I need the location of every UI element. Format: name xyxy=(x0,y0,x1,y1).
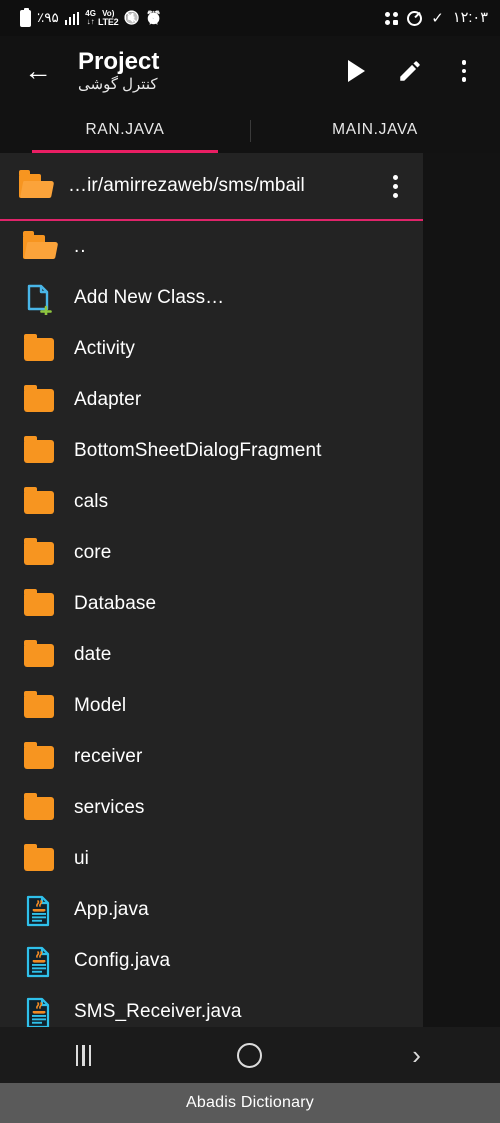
tab-main-java[interactable]: MAIN.JAVA xyxy=(250,106,500,153)
java-file-icon xyxy=(22,997,56,1028)
play-icon xyxy=(347,60,365,82)
file-list-item[interactable]: Add New Class… xyxy=(0,272,423,323)
file-list-item[interactable]: services xyxy=(0,782,423,833)
folder-open-icon xyxy=(18,170,55,201)
folder-icon xyxy=(22,486,56,517)
file-list-item-label: SMS_Receiver.java xyxy=(74,1000,242,1022)
title-block: Project کنترل گوشی xyxy=(78,49,159,93)
app-bar-actions xyxy=(340,55,484,87)
current-path-row[interactable]: …ir/amirrezaweb/sms/mbail xyxy=(0,153,423,219)
folder-icon xyxy=(22,435,56,466)
back-button[interactable]: › xyxy=(381,1027,453,1083)
page-subtitle: کنترل گوشی xyxy=(78,76,158,94)
file-list-item[interactable]: core xyxy=(0,527,423,578)
file-list-item-label: .. xyxy=(74,235,87,257)
home-icon xyxy=(237,1042,263,1068)
file-list-item-label: ui xyxy=(74,847,89,869)
file-list-item-label: core xyxy=(74,541,112,563)
overflow-menu-button[interactable] xyxy=(448,55,480,87)
folder-icon xyxy=(22,792,56,823)
file-list-item-label: Activity xyxy=(74,337,135,359)
page-title: Project xyxy=(78,47,160,75)
file-list-item[interactable]: .. xyxy=(0,221,423,272)
data-arrows-icon: ↓↑ xyxy=(86,17,95,26)
file-list-item[interactable]: cals xyxy=(0,476,423,527)
sim-network-label: LTE2 xyxy=(97,16,119,27)
status-bar-right: ✓ ۱۲:۰۳ xyxy=(385,10,488,26)
file-list-item-label: cals xyxy=(74,490,109,512)
file-list-item-label: Model xyxy=(74,694,127,716)
overflow-menu-icon xyxy=(392,174,398,198)
recents-button[interactable] xyxy=(47,1027,119,1083)
file-list-item[interactable]: ui xyxy=(0,833,423,884)
folder-icon xyxy=(22,843,56,874)
file-list-item-label: date xyxy=(74,643,112,665)
file-list-item[interactable]: App.java xyxy=(0,884,423,935)
file-list-item[interactable]: Activity xyxy=(0,323,423,374)
file-list-item[interactable]: date xyxy=(0,629,423,680)
network-type-icon: 4G ↓↑ Vo) LTE2 xyxy=(85,9,119,27)
app-bar: ← Project کنترل گوشی xyxy=(0,36,500,106)
file-list-item[interactable]: BottomSheetDialogFragment xyxy=(0,425,423,476)
pencil-icon xyxy=(400,61,420,81)
battery-percent-label: ٪۹۵ xyxy=(37,10,59,25)
back-arrow-icon[interactable]: ← xyxy=(16,49,60,93)
dictionary-label: Abadis Dictionary xyxy=(186,1094,314,1111)
folder-icon xyxy=(22,741,56,772)
edit-button[interactable] xyxy=(394,55,426,87)
folder-open-icon xyxy=(22,230,59,262)
file-list-item-label: Adapter xyxy=(74,388,142,410)
back-chevron-icon: › xyxy=(412,1040,421,1070)
new-class-icon xyxy=(22,283,56,315)
folder-icon xyxy=(22,384,56,415)
folder-icon xyxy=(22,333,56,364)
recents-icon xyxy=(75,1044,92,1066)
check-icon: ✓ xyxy=(431,9,444,27)
java-file-icon xyxy=(22,895,56,926)
java-file-icon xyxy=(22,946,56,977)
folder-icon xyxy=(22,537,56,568)
quad-dots-icon xyxy=(385,11,399,25)
folder-icon xyxy=(22,588,56,619)
file-list-item-label: Config.java xyxy=(74,949,171,971)
status-bar-left: ٪۹۵ 4G ↓↑ Vo) LTE2 ⏰ xyxy=(20,7,162,27)
file-list-item[interactable]: Database xyxy=(0,578,423,629)
clock-label: ۱۲:۰۳ xyxy=(452,10,488,26)
sync-ring-icon xyxy=(407,10,423,26)
battery-icon xyxy=(20,7,31,27)
status-bar: ٪۹۵ 4G ↓↑ Vo) LTE2 ⏰ ✓ ۱۲:۰۳ xyxy=(0,0,500,36)
file-list-item[interactable]: Adapter xyxy=(0,374,423,425)
file-list-item-label: App.java xyxy=(74,898,149,920)
file-list-item-label: Add New Class… xyxy=(74,286,225,308)
folder-icon xyxy=(22,639,56,670)
file-list-item[interactable]: Config.java xyxy=(0,935,423,986)
home-button[interactable] xyxy=(214,1027,286,1083)
file-list: .. Add New Class… Activity Adapter BottomShe… xyxy=(0,221,423,1037)
signal-bars-icon xyxy=(64,11,80,25)
mute-icon xyxy=(124,12,139,25)
file-list-item[interactable]: receiver xyxy=(0,731,423,782)
overflow-menu-icon xyxy=(461,60,467,82)
path-overflow-button[interactable] xyxy=(367,153,423,219)
current-path-label: …ir/amirrezaweb/sms/mbail xyxy=(68,175,305,196)
tab-ran-java[interactable]: RAN.JAVA xyxy=(0,106,250,153)
alarm-icon: ⏰ xyxy=(145,10,162,25)
file-list-item-label: BottomSheetDialogFragment xyxy=(74,439,322,461)
file-list-item-label: receiver xyxy=(74,745,143,767)
file-browser-panel: …ir/amirrezaweb/sms/mbail .. Add New Clas… xyxy=(0,153,423,1037)
file-list-item-label: services xyxy=(74,796,145,818)
run-button[interactable] xyxy=(340,55,372,87)
file-list-item-label: Database xyxy=(74,592,157,614)
editor-tabs: RAN.JAVA MAIN.JAVA xyxy=(0,106,500,153)
system-nav-bar: › xyxy=(0,1027,500,1083)
keyboard-suggestion-bar[interactable]: Abadis Dictionary xyxy=(0,1083,500,1123)
folder-icon xyxy=(22,690,56,721)
phone-screen: ٪۹۵ 4G ↓↑ Vo) LTE2 ⏰ ✓ ۱۲:۰۳ ← xyxy=(0,0,500,1123)
file-list-item[interactable]: Model xyxy=(0,680,423,731)
